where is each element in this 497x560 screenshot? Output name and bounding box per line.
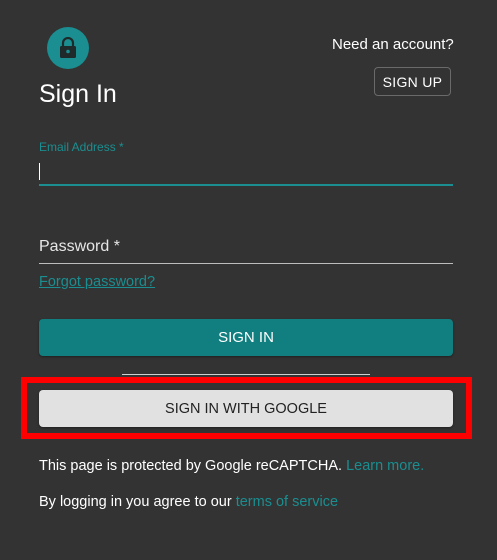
need-account-text: Need an account? — [332, 36, 454, 53]
password-field[interactable]: Password * — [39, 236, 453, 264]
sign-in-button[interactable]: SIGN IN — [39, 319, 453, 356]
lock-avatar — [47, 27, 89, 69]
email-field[interactable] — [39, 158, 453, 186]
forgot-password-link[interactable]: Forgot password? — [39, 274, 155, 290]
email-label: Email Address * — [39, 140, 124, 154]
recaptcha-notice: This page is protected by Google reCAPTC… — [39, 458, 424, 474]
password-label: Password * — [39, 238, 120, 255]
terms-notice: By logging in you agree to our terms of … — [39, 494, 338, 510]
learn-more-link[interactable]: Learn more. — [346, 458, 424, 474]
text-caret — [39, 163, 40, 180]
terms-prefix: By logging in you agree to our — [39, 494, 232, 510]
lock-icon — [60, 37, 76, 58]
sign-up-button[interactable]: SIGN UP — [374, 67, 451, 96]
terms-of-service-link[interactable]: terms of service — [236, 494, 338, 510]
recaptcha-text: This page is protected by Google reCAPTC… — [39, 458, 343, 474]
page-title: Sign In — [39, 80, 117, 108]
divider — [122, 374, 370, 375]
highlight-box — [21, 377, 472, 439]
